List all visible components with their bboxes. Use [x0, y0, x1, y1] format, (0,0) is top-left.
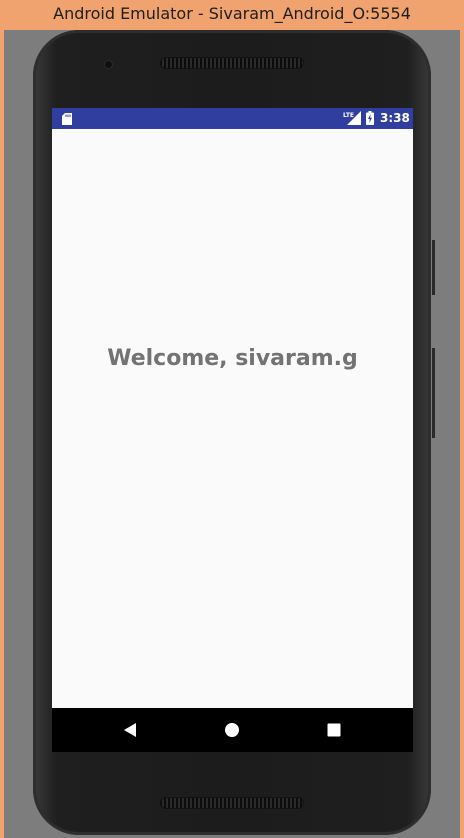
- battery-charging-icon: [366, 111, 374, 125]
- network-type-label: LTE: [343, 112, 354, 119]
- back-button[interactable]: [116, 716, 144, 744]
- volume-button[interactable]: [432, 348, 435, 438]
- recents-icon: [327, 723, 341, 737]
- home-button[interactable]: [218, 716, 246, 744]
- lte-signal-icon: LTE: [343, 111, 361, 125]
- welcome-message: Welcome, sivaram.g: [107, 346, 358, 371]
- sd-card-icon: [62, 113, 72, 125]
- device-screen: LTE 3:38 Welcome, sivaram.g: [52, 108, 413, 752]
- home-icon: [225, 723, 239, 737]
- recents-button[interactable]: [320, 716, 348, 744]
- window-title: Android Emulator - Sivaram_Android_O:555…: [53, 4, 411, 23]
- back-icon: [124, 723, 136, 737]
- top-speaker: [160, 57, 304, 69]
- navigation-bar: [52, 708, 413, 752]
- emulator-title-bar: Android Emulator - Sivaram_Android_O:555…: [0, 0, 464, 27]
- status-clock: 3:38: [380, 111, 410, 125]
- power-button[interactable]: [432, 240, 435, 295]
- bottom-speaker: [160, 797, 304, 809]
- status-bar: LTE 3:38: [52, 108, 413, 129]
- front-camera: [105, 61, 112, 68]
